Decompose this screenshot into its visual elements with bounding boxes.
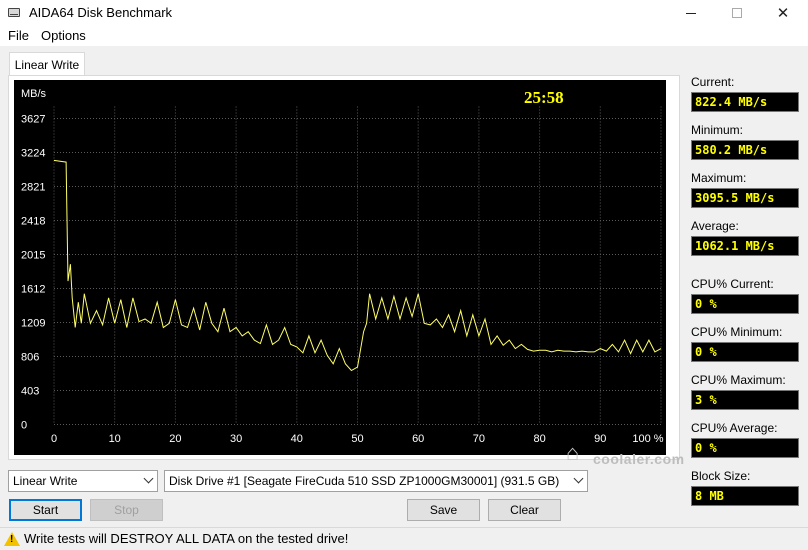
menu-bar: File Options: [0, 26, 808, 46]
cpu-average-value: 0 %: [691, 438, 799, 458]
close-icon: ✕: [776, 5, 790, 22]
maximum-value: 3095.5 MB/s: [691, 188, 799, 208]
drive-value: Disk Drive #1 [Seagate FireCuda 510 SSD …: [169, 474, 560, 488]
y-tick-label: 0: [21, 420, 27, 432]
average-label: Average:: [691, 219, 739, 233]
y-tick-labels: 3627 3224 2821 2418 2015 1612 1209 806 403 0: [21, 114, 45, 432]
status-bar: Write tests will DESTROY ALL DATA on the…: [0, 527, 808, 550]
y-tick-label: 403: [21, 386, 39, 398]
y-tick-label: 806: [21, 352, 39, 364]
minimize-button[interactable]: [668, 0, 714, 26]
x-tick-label: 30: [230, 433, 242, 445]
cpu-minimum-label: CPU% Minimum:: [691, 325, 783, 339]
x-tick-label: 80: [533, 433, 545, 445]
app-window: AIDA64 Disk Benchmark ✕ File Options Lin…: [0, 0, 808, 550]
chevron-down-icon: [573, 473, 584, 484]
close-button[interactable]: ✕: [760, 0, 806, 26]
drive-select[interactable]: Disk Drive #1 [Seagate FireCuda 510 SSD …: [164, 470, 588, 492]
current-value: 822.4 MB/s: [691, 92, 799, 112]
watermark-text: coolaler.com: [593, 451, 685, 467]
minimize-icon: [686, 12, 696, 14]
chevron-down-icon: [143, 473, 154, 484]
minimum-value: 580.2 MB/s: [691, 140, 799, 160]
tab-linear-write[interactable]: Linear Write: [9, 52, 85, 76]
x-tick-label: 70: [473, 433, 485, 445]
x-tick-label: 60: [412, 433, 424, 445]
y-tick-label: 2821: [21, 182, 45, 194]
cpu-current-label: CPU% Current:: [691, 277, 774, 291]
window-title: AIDA64 Disk Benchmark: [29, 5, 173, 20]
cpu-minimum-value: 0 %: [691, 342, 799, 362]
x-tick-label: 50: [351, 433, 363, 445]
block-size-label: Block Size:: [691, 469, 751, 483]
cpu-maximum-label: CPU% Maximum:: [691, 373, 786, 387]
x-tick-label: 40: [291, 433, 303, 445]
y-tick-label: 1209: [21, 318, 45, 330]
watermark-logo: ⌂: [566, 440, 580, 465]
menu-options[interactable]: Options: [41, 28, 86, 43]
elapsed-timer: 25:58: [524, 88, 564, 107]
average-value: 1062.1 MB/s: [691, 236, 799, 256]
maximize-button[interactable]: [714, 0, 760, 26]
write-speed-line: [53, 159, 662, 372]
x-tick-label: 90: [594, 433, 606, 445]
start-button[interactable]: Start: [9, 499, 82, 521]
x-tick-label: 20: [169, 433, 181, 445]
y-tick-label: 3627: [21, 114, 45, 126]
minimum-label: Minimum:: [691, 123, 744, 137]
maximum-label: Maximum:: [691, 171, 747, 185]
block-size-value[interactable]: 8 MB: [691, 486, 799, 506]
cpu-maximum-value: 3 %: [691, 390, 799, 410]
current-label: Current:: [691, 75, 735, 89]
y-tick-label: 2015: [21, 250, 45, 262]
save-button[interactable]: Save: [407, 499, 480, 521]
chart-grid: [53, 106, 662, 425]
y-tick-label: 3224: [21, 148, 45, 160]
benchmark-chart: 36273224282124182015161212098064030 0 10 2…: [21, 88, 664, 445]
test-type-select[interactable]: Linear Write: [8, 470, 158, 492]
x-tick-label: 100 %: [632, 433, 663, 445]
test-type-value: Linear Write: [13, 474, 78, 488]
cpu-average-label: CPU% Average:: [691, 421, 778, 435]
y-tick-label: 1612: [21, 284, 45, 296]
status-warning-text: Write tests will DESTROY ALL DATA on the…: [24, 531, 349, 546]
y-tick-label: 2418: [21, 216, 45, 228]
x-tick-label: 0: [51, 433, 57, 445]
disk-app-icon: [8, 8, 20, 17]
title-bar: AIDA64 Disk Benchmark ✕: [0, 0, 808, 26]
stop-button[interactable]: Stop: [90, 499, 163, 521]
maximize-icon: [732, 8, 742, 18]
clear-button[interactable]: Clear: [488, 499, 561, 521]
y-axis-label: MB/s: [21, 88, 47, 100]
warning-icon: [4, 532, 20, 546]
menu-file[interactable]: File: [8, 28, 29, 43]
x-tick-label: 10: [109, 433, 121, 445]
cpu-current-value: 0 %: [691, 294, 799, 314]
